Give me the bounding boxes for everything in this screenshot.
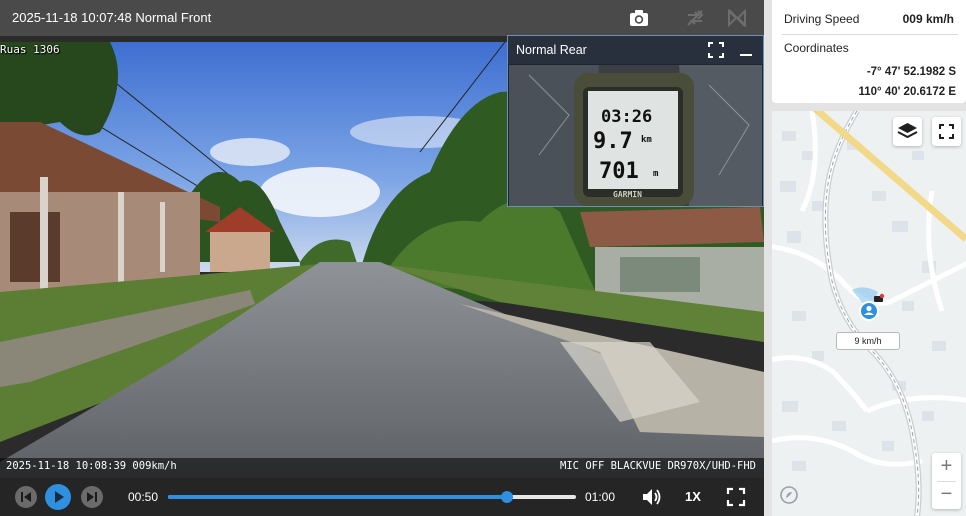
zoom-control: + − [932, 453, 961, 509]
layers-icon [897, 123, 918, 139]
fullscreen-icon[interactable] [726, 487, 746, 507]
next-button[interactable] [80, 485, 104, 509]
player-top-bar: 2025-11-18 10:07:48 Normal Front [0, 0, 764, 36]
zoom-out-button[interactable]: − [932, 481, 961, 509]
flip-icon[interactable] [726, 7, 748, 29]
gps-distance-unit: km [641, 135, 652, 145]
seek-bar[interactable] [168, 491, 576, 503]
gps-distance: 9.7 [593, 129, 633, 154]
rear-camera-pip[interactable]: Normal Rear 03:26 9.7 km 701 m GARMIN [507, 35, 764, 207]
app-root: 2025-11-18 10:07:48 Normal Front Ruas 13… [0, 0, 966, 516]
driving-speed-label: Driving Speed [784, 12, 860, 26]
rear-camera-frame [509, 65, 762, 206]
gps-elevation: 701 [599, 159, 639, 184]
pip-expand-icon[interactable] [707, 41, 725, 59]
road-name: Ruas 1306 [0, 43, 60, 56]
camera-icon[interactable] [628, 7, 650, 29]
driving-speed-value: 009 km/h [902, 12, 954, 26]
video-osd-bar: 2025-11-18 10:08:39 009km/h MIC OFF BLAC… [0, 458, 764, 474]
longitude-value: 110° 40' 20.6172 E [858, 86, 956, 98]
map-speed-tag: 9 km/h [836, 332, 900, 350]
trip-info-card: Driving Speed 009 km/h Coordinates -7° 4… [772, 0, 966, 103]
vehicle-marker-icon[interactable] [844, 286, 894, 336]
volume-icon[interactable] [641, 487, 663, 507]
play-button[interactable] [44, 483, 72, 511]
side-panel: Driving Speed 009 km/h Coordinates -7° 4… [764, 0, 966, 516]
latitude-value: -7° 47' 52.1982 S [866, 66, 956, 78]
coordinates-label: Coordinates [784, 41, 849, 55]
gps-elevation-unit: m [653, 169, 659, 179]
osd-device-info: MIC OFF BLACKVUE DR970X/UHD-FHD [560, 460, 756, 472]
map-view[interactable]: 9 km/h + − [772, 111, 966, 516]
map-fullscreen-button[interactable] [932, 117, 961, 146]
map-fullscreen-icon [939, 124, 954, 139]
previous-button[interactable] [14, 485, 38, 509]
gps-brand: GARMIN [613, 190, 642, 199]
seek-progress [168, 495, 507, 499]
info-divider [782, 34, 958, 35]
swap-camera-icon[interactable] [684, 7, 706, 29]
pip-title: Normal Rear [516, 43, 587, 57]
seek-handle[interactable] [500, 491, 513, 503]
osd-timestamp: 2025-11-18 10:08:39 009km/h [6, 460, 177, 472]
current-time: 00:50 [128, 490, 159, 504]
playback-speed-button[interactable]: 1X [685, 489, 701, 504]
clip-title: 2025-11-18 10:07:48 Normal Front [12, 10, 212, 25]
pip-minimize-icon[interactable] [737, 41, 755, 59]
rear-camera-view: 03:26 9.7 km 701 m GARMIN [509, 65, 762, 206]
map-logo-icon [780, 486, 798, 504]
gps-time: 03:26 [601, 107, 653, 127]
total-time: 01:00 [585, 490, 616, 504]
playback-controls: 00:50 01:00 1X [0, 478, 764, 516]
pip-header: Normal Rear [508, 36, 763, 64]
video-player: 2025-11-18 10:07:48 Normal Front Ruas 13… [0, 0, 764, 516]
zoom-in-button[interactable]: + [932, 453, 961, 481]
layers-button[interactable] [893, 117, 922, 146]
